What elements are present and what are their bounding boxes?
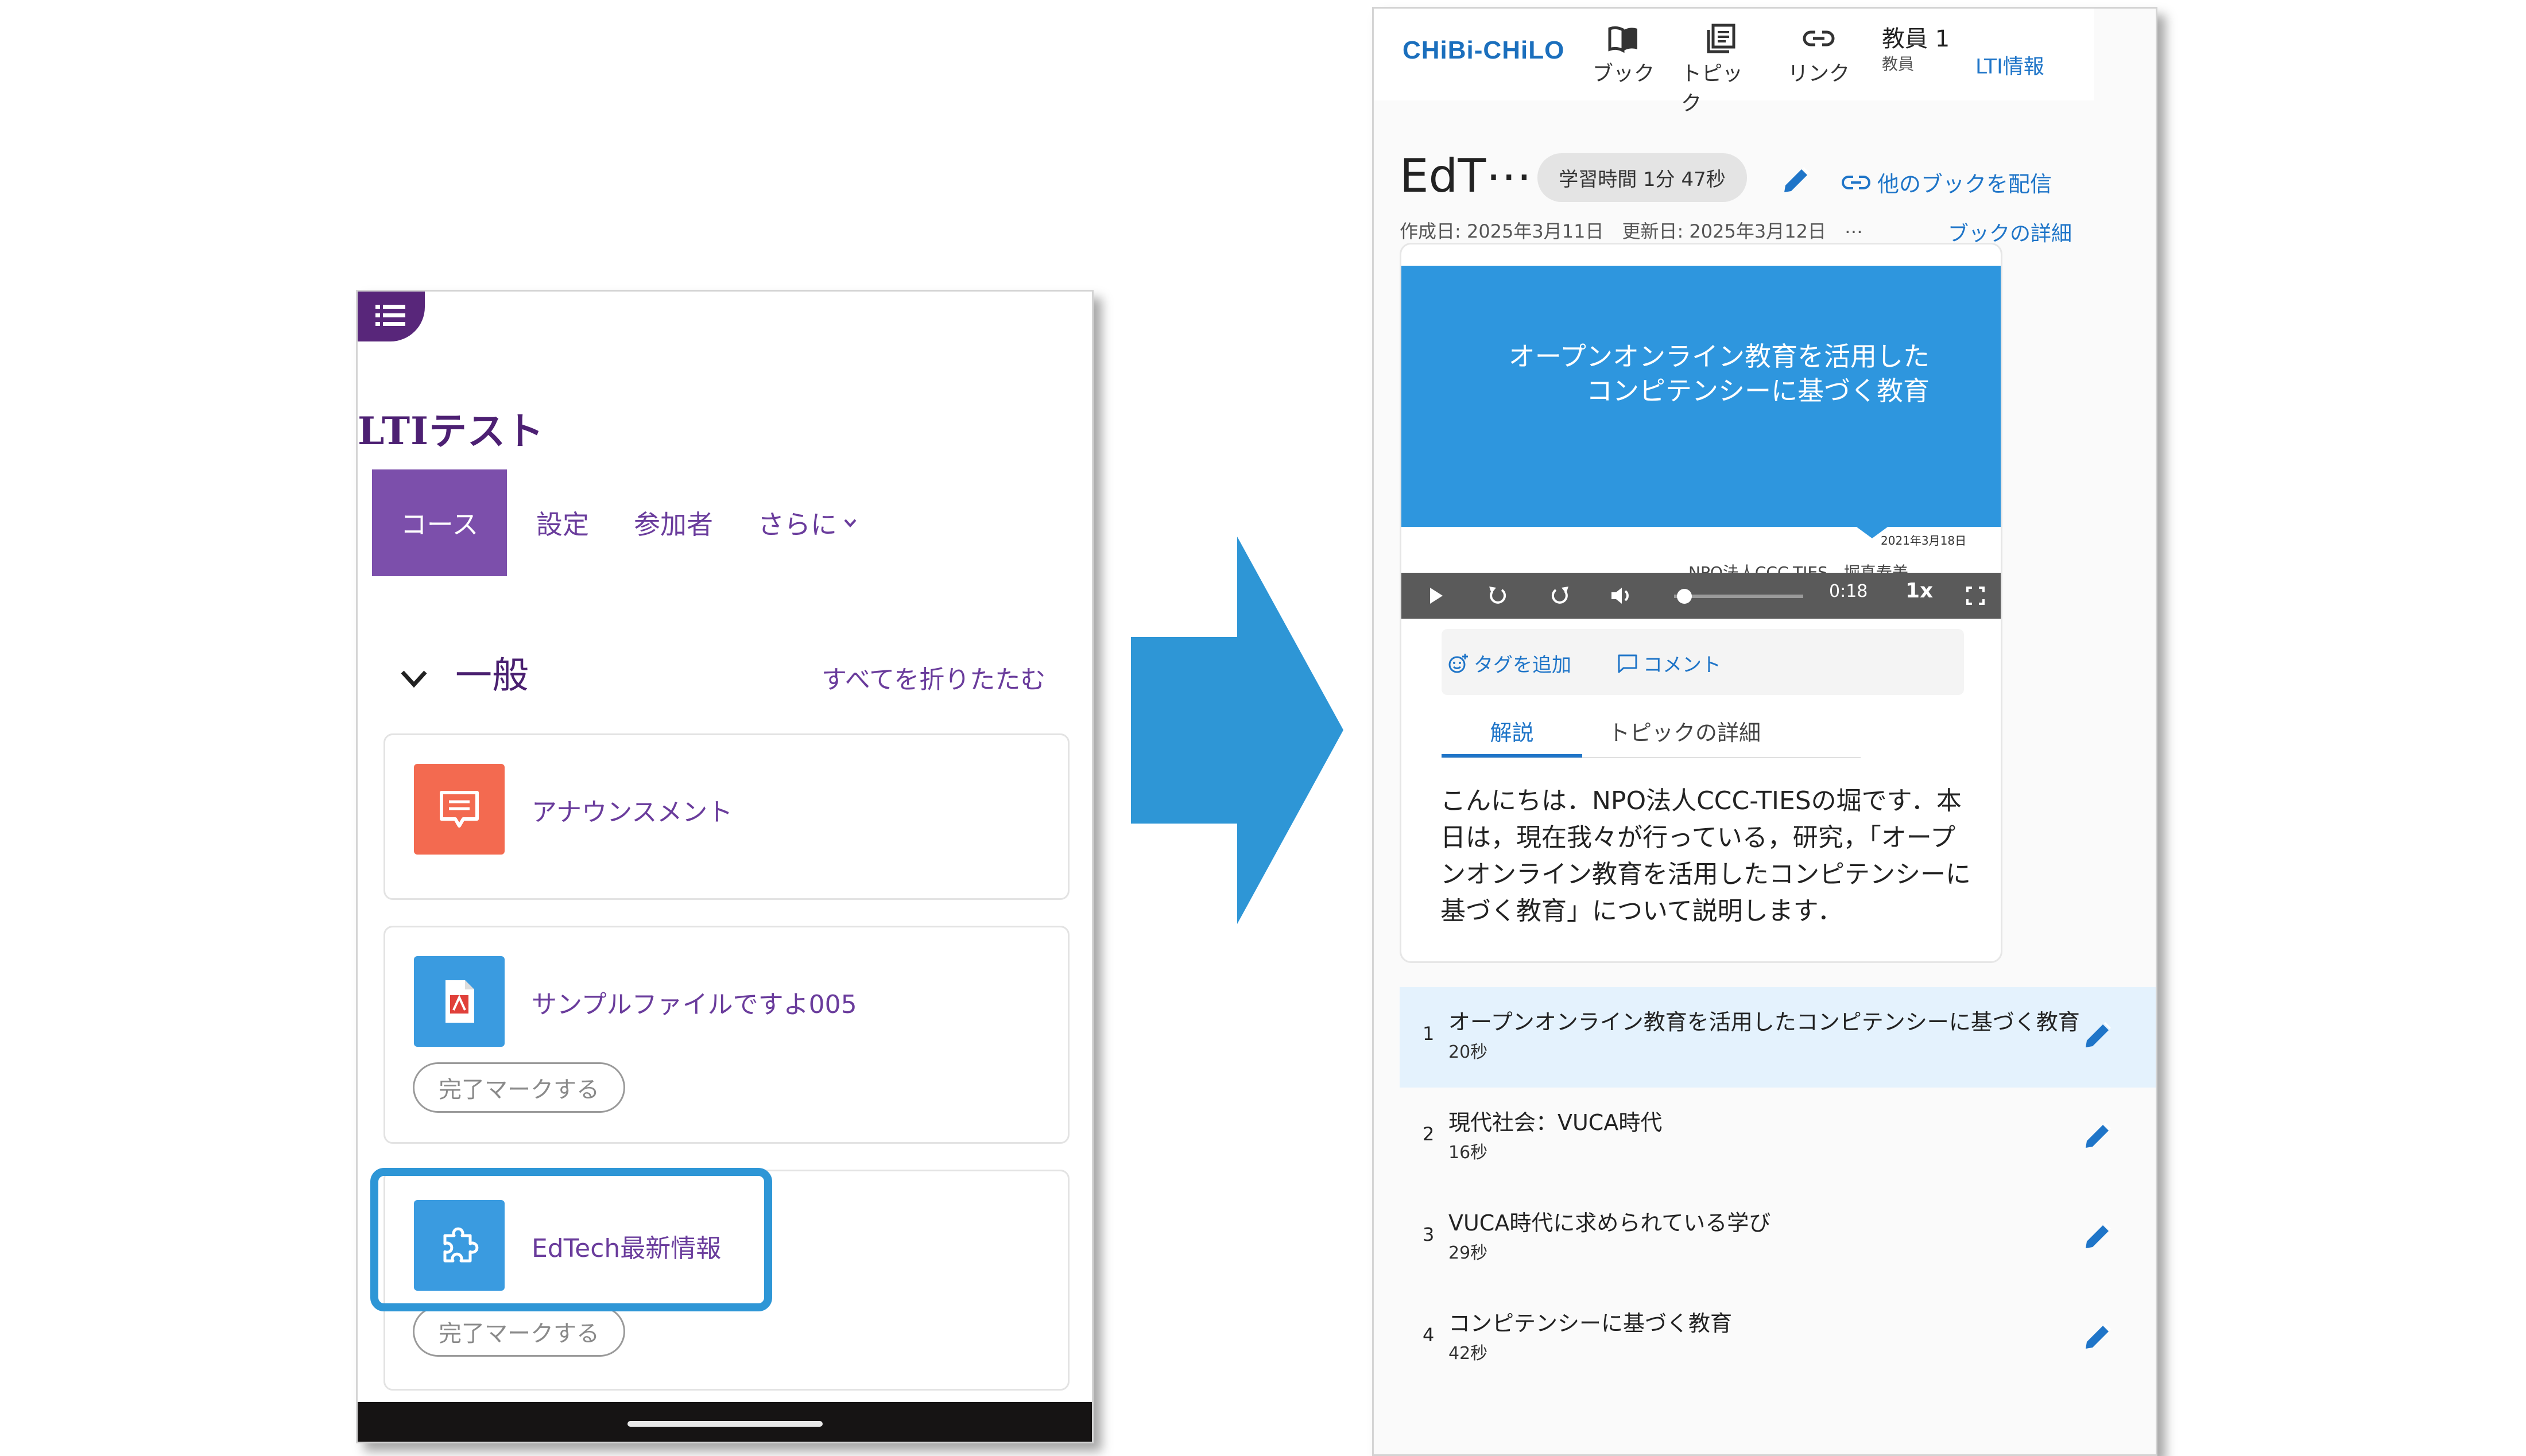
activity-link-announcements[interactable]: アナウンスメント [532, 791, 733, 828]
topic-list-item[interactable]: 3 VUCA時代に求められている学び 29秒 [1400, 1188, 2156, 1288]
progress-knob[interactable] [1677, 589, 1692, 604]
topic-title: オープンオンライン教育を活用したコンピテンシーに基づく教育 [1448, 1010, 2080, 1035]
chevron-down-icon [844, 519, 857, 527]
topic-number: 2 [1423, 1123, 1435, 1145]
topic-icon [1707, 24, 1735, 53]
comment-button[interactable]: コメント [1617, 649, 1721, 677]
topic-list-item[interactable]: 1 オープンオンライン教育を活用したコンピテンシーに基づく教育 20秒 [1400, 987, 2156, 1088]
section-collapse-chevron-icon[interactable] [397, 662, 431, 696]
topic-duration: 20秒 [1448, 1042, 1488, 1062]
nav-books[interactable]: ブック [1583, 23, 1664, 87]
link-icon [1803, 30, 1835, 46]
playback-speed-button[interactable]: 1x [1905, 579, 1933, 603]
tab-course[interactable]: コース [372, 469, 507, 576]
topic-content-card: オープンオンライン教育を活用した コンピテンシーに基づく教育 2021年3月18… [1400, 243, 2002, 963]
tab-label: さらに [758, 509, 837, 540]
comment-icon [1618, 654, 1637, 673]
fullscreen-icon[interactable] [1964, 584, 1987, 607]
activity-card-announcements: アナウンスメント [383, 733, 1070, 900]
section-title: 一般 [455, 655, 529, 697]
slide-title: オープンオンライン教育を活用した コンピテンシーに基づく教育 [1436, 339, 1930, 408]
nav-label: リンク [1787, 62, 1850, 86]
pencil-icon[interactable] [2080, 1119, 2114, 1154]
home-indicator[interactable] [627, 1421, 823, 1427]
pencil-icon[interactable] [1779, 164, 1813, 198]
tab-topic-detail[interactable]: トピックの詳細 [1608, 715, 1761, 747]
forward-icon[interactable] [1548, 583, 1573, 608]
topic-duration: 42秒 [1448, 1344, 1488, 1364]
collapse-all-link[interactable]: すべてを折りたたむ [822, 659, 1045, 696]
tab-participants[interactable]: 参加者 [622, 469, 725, 576]
topic-title: 現代社会：VUCA時代 [1448, 1110, 1663, 1135]
comment-label: コメント [1643, 654, 1721, 677]
pdf-file-icon [445, 980, 474, 1023]
chibichilo-screen: CHiBi-CHiLO ブック トピック リンク 教員 1 教員 LTI情報 E… [1372, 7, 2157, 1456]
share-label: 他のブックを配信 [1877, 172, 2052, 197]
pencil-icon[interactable] [2080, 1320, 2114, 1354]
nav-links[interactable]: リンク [1779, 23, 1859, 87]
list-icon [375, 305, 405, 326]
add-reaction-icon [1448, 653, 1468, 673]
topic-number: 4 [1423, 1324, 1435, 1346]
rewind-icon[interactable] [1485, 583, 1510, 608]
nav-label: トピック [1681, 62, 1744, 115]
lti-info-link[interactable]: LTI情報 [1975, 50, 2044, 80]
tab-label: 設定 [536, 509, 589, 540]
slide-date: 2021年3月18日 [1881, 534, 1967, 548]
topic-duration: 16秒 [1448, 1143, 1488, 1163]
topic-number: 1 [1423, 1023, 1435, 1045]
course-title: LTIテスト [358, 409, 545, 453]
topic-description: こんにちは．NPO法人CCC-TIESの堀です．本日は，現在我々が行っている，研… [1440, 786, 1971, 926]
tab-settings[interactable]: 設定 [525, 469, 600, 576]
pencil-icon[interactable] [2080, 1220, 2114, 1254]
time-display: 0:18 [1829, 581, 1868, 601]
topic-title: VUCA時代に求められている学び [1448, 1210, 1771, 1236]
user-name[interactable]: 教員 1 [1882, 20, 1950, 53]
nav-topics[interactable]: トピック [1681, 23, 1761, 117]
tab-label: 参加者 [634, 509, 713, 540]
slide-title-line: オープンオンライン教育を活用した [1508, 341, 1930, 372]
link-icon [1842, 175, 1870, 189]
app-header: CHiBi-CHiLO ブック トピック リンク 教員 1 教員 LTI情報 [1374, 9, 2094, 115]
tab-more[interactable]: さらに [742, 469, 874, 576]
activity-link-sample-file[interactable]: サンプルファイルですよ005 [532, 984, 857, 1020]
mark-done-button[interactable]: 完了マークする [413, 1062, 625, 1113]
topic-duration: 29秒 [1448, 1243, 1488, 1263]
mark-done-button[interactable]: 完了マークする [413, 1306, 625, 1357]
activity-icon-box[interactable] [414, 764, 505, 855]
pencil-icon[interactable] [2080, 1019, 2114, 1053]
topic-number: 3 [1423, 1224, 1435, 1245]
book-dates: 作成日: 2025年3月11日 更新日: 2025年3月12日 ⋯ [1400, 220, 1863, 242]
activity-icon-box[interactable] [414, 956, 505, 1047]
activity-card-sample-file: サンプルファイルですよ005 完了マークする [383, 926, 1070, 1144]
volume-icon[interactable] [1608, 583, 1633, 608]
user-role: 教員 [1882, 55, 1915, 73]
active-tab-indicator [1442, 754, 1582, 758]
topic-list-item[interactable]: 4 コンピテンシーに基づく教育 42秒 [1400, 1288, 2156, 1389]
tab-label: コース [400, 509, 479, 540]
app-logo[interactable]: CHiBi-CHiLO [1403, 36, 1564, 65]
right-arrow-icon [1131, 537, 1343, 924]
forum-icon [440, 791, 479, 828]
book-title: EdT⋯ [1400, 149, 1532, 203]
topic-list-item[interactable]: 2 現代社会：VUCA時代 16秒 [1400, 1088, 2156, 1188]
highlight-frame [370, 1168, 772, 1311]
play-icon[interactable] [1424, 584, 1447, 607]
study-time-chip: 学習時間 1分 47秒 [1537, 153, 1747, 202]
tab-description[interactable]: 解説 [1442, 715, 1582, 758]
add-tag-label: タグを追加 [1474, 654, 1571, 677]
slide-title-line: コンピテンシーに基づく教育 [1586, 375, 1930, 406]
topic-title: コンピテンシーに基づく教育 [1448, 1311, 1733, 1336]
progress-track[interactable] [1674, 595, 1803, 598]
nav-label: ブック [1592, 62, 1655, 86]
share-other-book-link[interactable]: 他のブックを配信 [1842, 166, 2052, 198]
book-icon [1608, 26, 1637, 53]
course-index-button[interactable] [358, 292, 425, 341]
add-tag-button[interactable]: タグを追加 [1447, 649, 1571, 677]
